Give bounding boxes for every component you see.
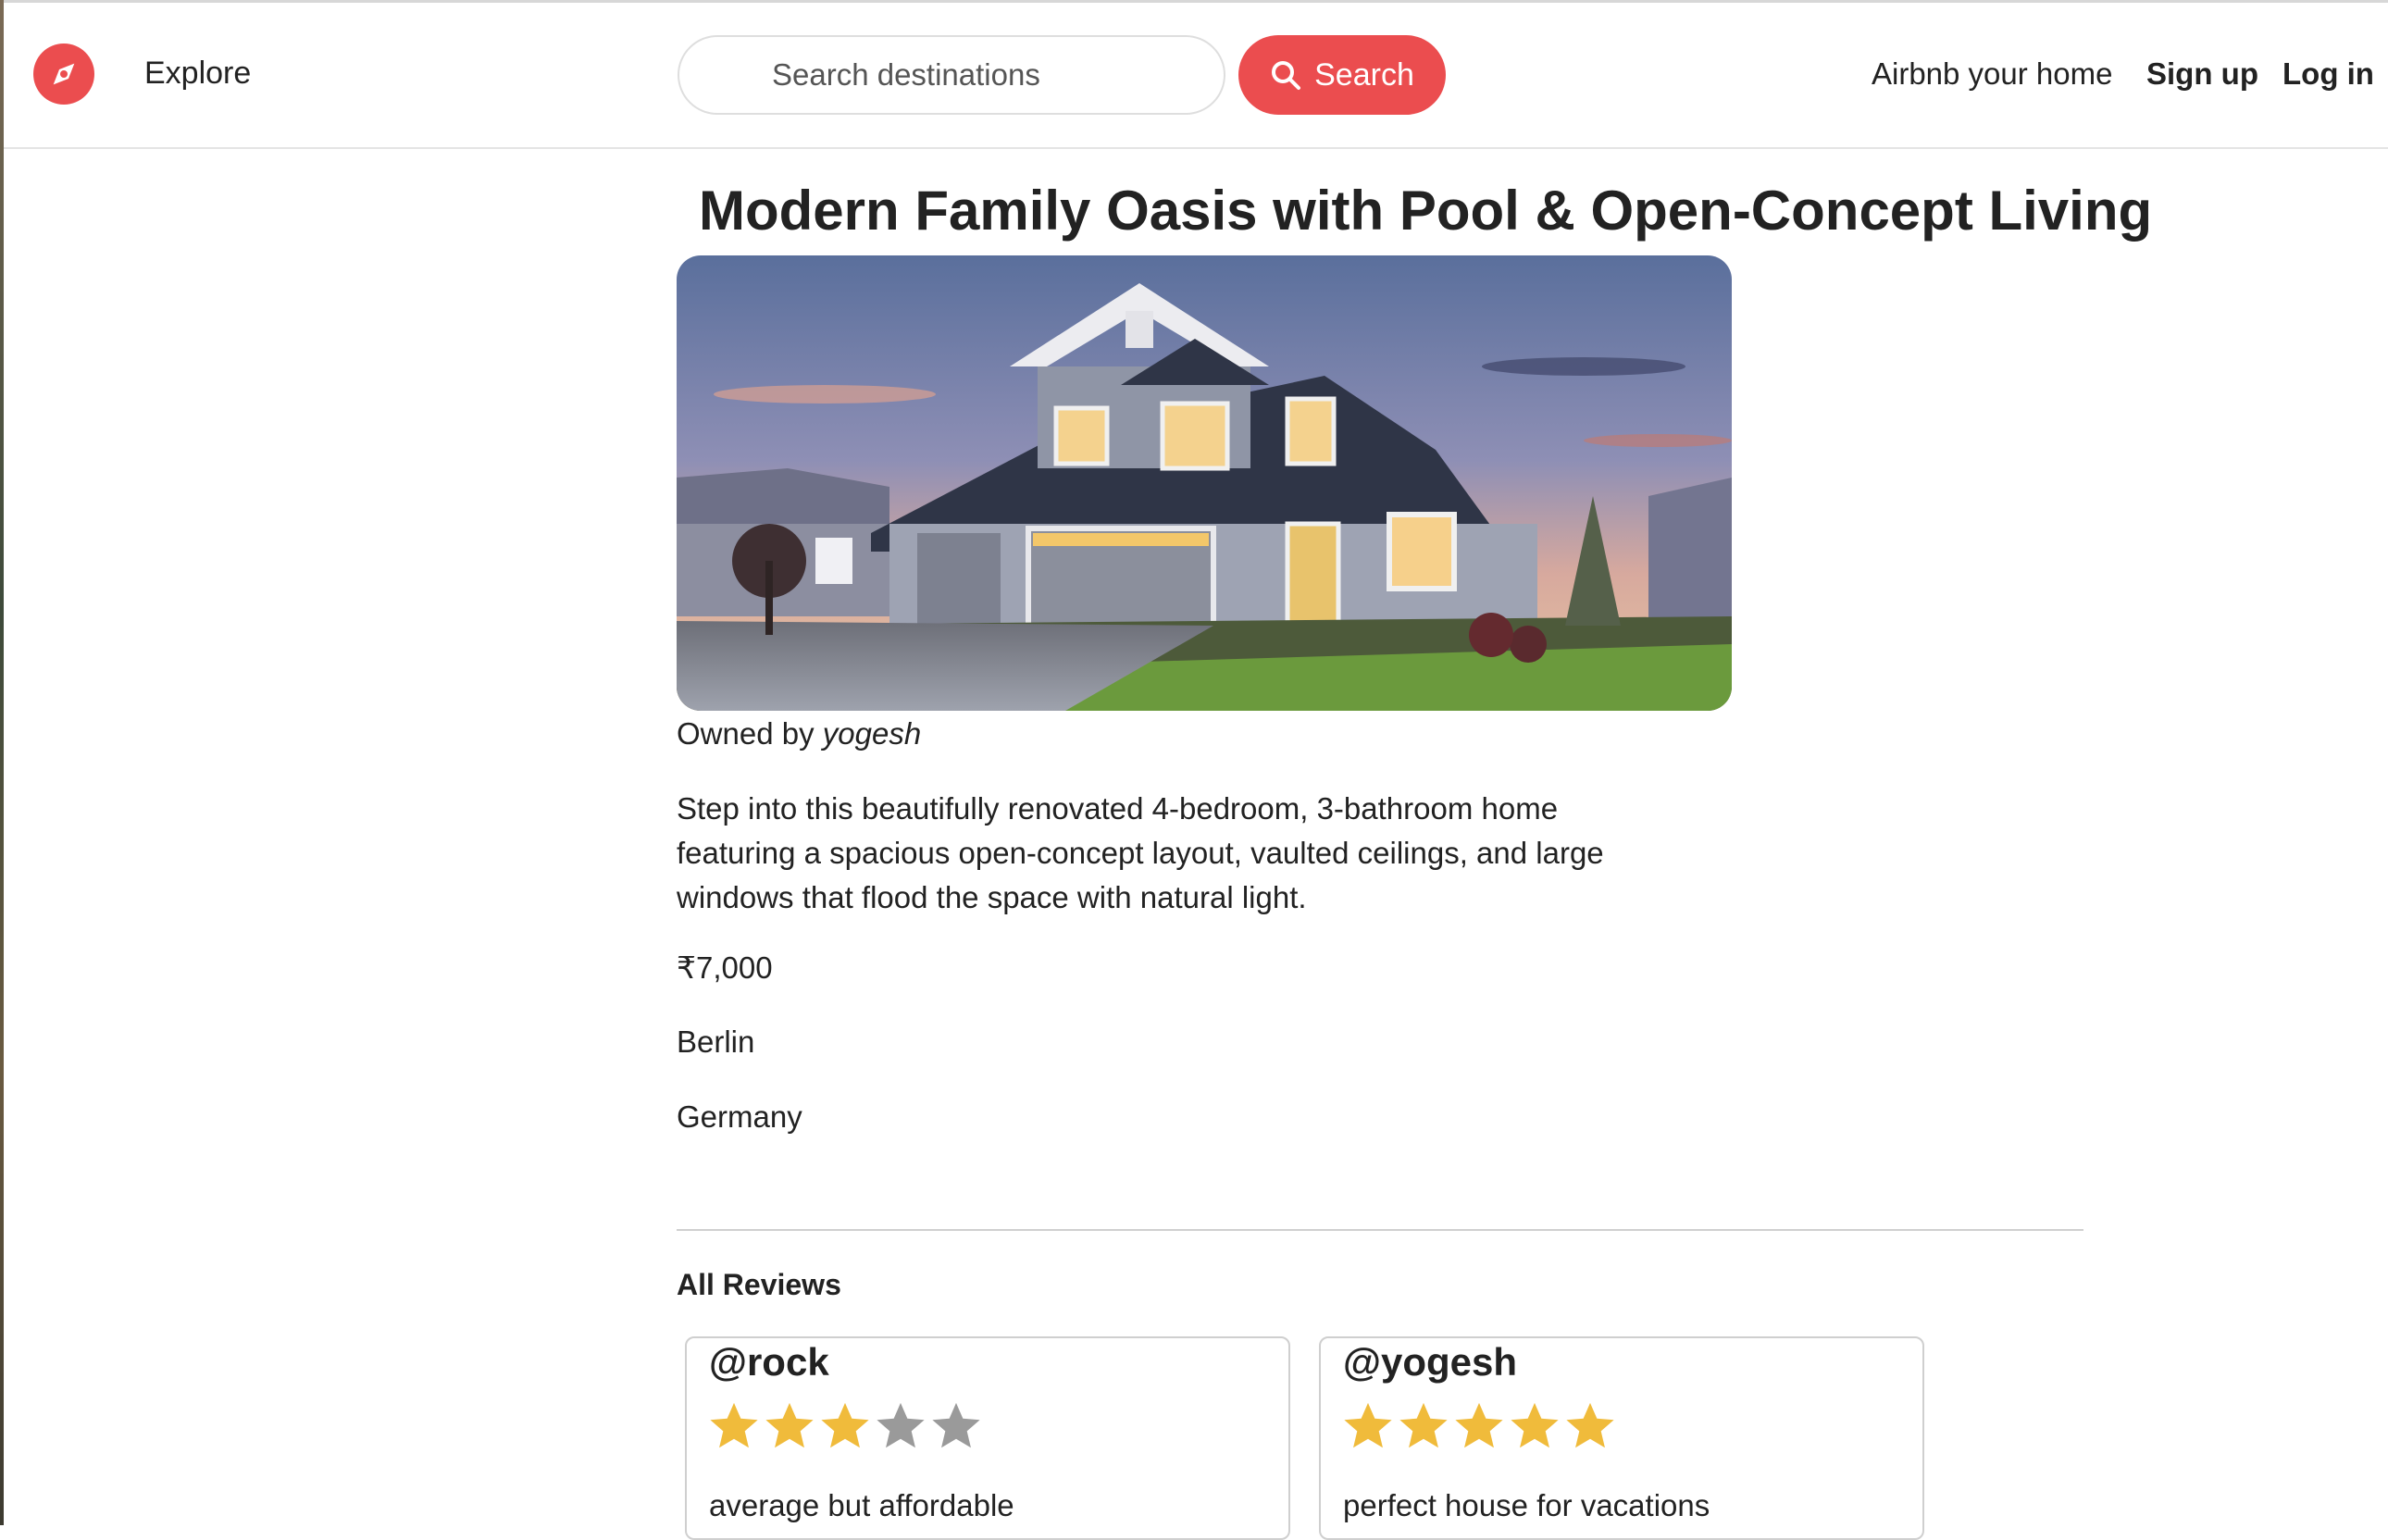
search-button-label: Search [1314, 56, 1414, 93]
star-rating [1341, 1399, 1617, 1453]
host-link[interactable]: Airbnb your home [1872, 56, 2112, 92]
search-icon [1272, 61, 1301, 90]
listing-image [677, 255, 1732, 711]
review-author: @rock [709, 1340, 829, 1384]
star-filled-icon [1455, 1402, 1503, 1448]
search-input[interactable] [678, 35, 1225, 115]
owner-name: yogesh [822, 716, 922, 751]
login-link[interactable]: Log in [2282, 56, 2374, 92]
owner-prefix: Owned by [677, 716, 815, 751]
star-rating [707, 1399, 983, 1453]
compass-icon [53, 63, 75, 85]
star-empty-icon [932, 1402, 980, 1448]
star-filled-icon [1344, 1402, 1392, 1448]
star-filled-icon [1511, 1402, 1559, 1448]
star-filled-icon [1566, 1402, 1614, 1448]
owner-line: Owned by yogesh [677, 716, 921, 751]
section-divider [677, 1229, 2083, 1231]
search-button[interactable]: Search [1238, 35, 1446, 115]
listing-country: Germany [677, 1099, 802, 1134]
star-empty-icon [877, 1402, 925, 1448]
review-card: @yogesh perfect house for vacations [1319, 1336, 1924, 1540]
review-card: @rock average but affordable [685, 1336, 1290, 1540]
logo-link[interactable] [33, 43, 94, 105]
reviews-heading: All Reviews [677, 1268, 841, 1301]
listing-location: Berlin [677, 1025, 755, 1059]
listing-title: Modern Family Oasis with Pool & Open-Con… [699, 180, 2153, 242]
review-comment: perfect house for vacations [1343, 1488, 1710, 1522]
star-filled-icon [710, 1402, 758, 1448]
review-comment: average but affordable [709, 1488, 1014, 1522]
star-filled-icon [821, 1402, 869, 1448]
window-left-edge [0, 0, 4, 1525]
navbar: Explore Search Airbnb your home Sign up … [4, 3, 2388, 149]
star-filled-icon [765, 1402, 814, 1448]
explore-link[interactable]: Explore [144, 56, 251, 92]
signup-link[interactable]: Sign up [2146, 56, 2258, 92]
star-filled-icon [1399, 1402, 1448, 1448]
listing-price: ₹7,000 [677, 950, 773, 985]
listing-description: Step into this beautifully renovated 4-b… [677, 791, 1604, 914]
review-author: @yogesh [1343, 1340, 1517, 1384]
